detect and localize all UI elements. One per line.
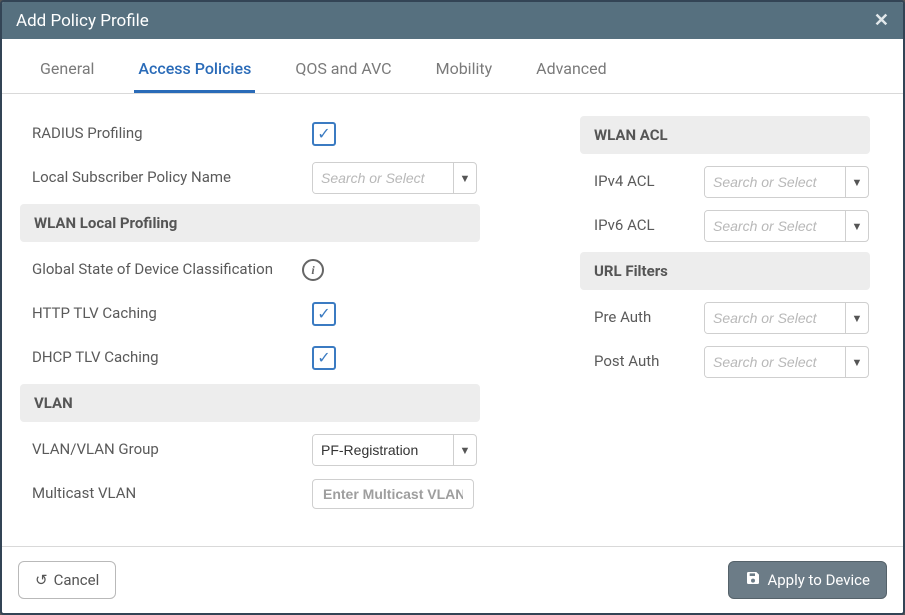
row-global-state: Global State of Device Classification i [20, 248, 480, 292]
dhcp-tlv-checkbox[interactable] [312, 346, 336, 370]
row-post-auth: Post Auth ▼ [580, 340, 870, 384]
footer: ↻ Cancel Apply to Device [2, 546, 903, 613]
titlebar: Add Policy Profile ✕ [2, 2, 903, 39]
row-multicast-vlan: Multicast VLAN [20, 472, 480, 516]
vlan-group-combo[interactable]: ▼ [312, 434, 477, 466]
http-tlv-label: HTTP TLV Caching [20, 304, 302, 324]
body: RADIUS Profiling Local Subscriber Policy… [2, 94, 903, 546]
row-radius-profiling: RADIUS Profiling [20, 112, 480, 156]
post-auth-combo[interactable]: ▼ [704, 346, 869, 378]
cancel-button[interactable]: ↻ Cancel [18, 561, 116, 599]
row-http-tlv: HTTP TLV Caching [20, 292, 480, 336]
row-ipv6-acl: IPv6 ACL ▼ [580, 204, 870, 248]
row-dhcp-tlv: DHCP TLV Caching [20, 336, 480, 380]
ipv6-acl-label: IPv6 ACL [580, 216, 694, 236]
info-icon[interactable]: i [302, 259, 324, 281]
radius-profiling-label: RADIUS Profiling [20, 124, 302, 144]
http-tlv-checkbox[interactable] [312, 302, 336, 326]
row-ipv4-acl: IPv4 ACL ▼ [580, 160, 870, 204]
multicast-vlan-label: Multicast VLAN [20, 484, 302, 504]
ipv4-acl-label: IPv4 ACL [580, 172, 694, 192]
section-vlan: VLAN [20, 384, 480, 422]
multicast-vlan-input[interactable] [312, 479, 474, 509]
pre-auth-label: Pre Auth [580, 308, 694, 328]
local-subscriber-label: Local Subscriber Policy Name [20, 168, 302, 188]
save-icon [745, 570, 761, 590]
close-icon[interactable]: ✕ [874, 10, 889, 31]
section-wlan-local-profiling: WLAN Local Profiling [20, 204, 480, 242]
radius-profiling-checkbox[interactable] [312, 122, 336, 146]
tab-advanced[interactable]: Advanced [532, 45, 611, 93]
post-auth-input[interactable] [705, 347, 845, 377]
row-vlan-group: VLAN/VLAN Group ▼ [20, 428, 480, 472]
chevron-down-icon[interactable]: ▼ [845, 167, 868, 197]
apply-button[interactable]: Apply to Device [728, 561, 887, 599]
vlan-group-label: VLAN/VLAN Group [20, 440, 302, 460]
chevron-down-icon[interactable]: ▼ [845, 211, 868, 241]
local-subscriber-combo[interactable]: ▼ [312, 162, 477, 194]
cancel-label: Cancel [54, 571, 100, 589]
pre-auth-combo[interactable]: ▼ [704, 302, 869, 334]
left-column: RADIUS Profiling Local Subscriber Policy… [20, 112, 480, 546]
modal-title: Add Policy Profile [16, 11, 149, 31]
ipv6-acl-input[interactable] [705, 211, 845, 241]
ipv4-acl-combo[interactable]: ▼ [704, 166, 869, 198]
row-pre-auth: Pre Auth ▼ [580, 296, 870, 340]
ipv6-acl-combo[interactable]: ▼ [704, 210, 869, 242]
chevron-down-icon[interactable]: ▼ [845, 303, 868, 333]
vlan-group-input[interactable] [313, 435, 453, 465]
section-wlan-acl: WLAN ACL [580, 116, 870, 154]
tab-access-policies[interactable]: Access Policies [134, 45, 255, 93]
ipv4-acl-input[interactable] [705, 167, 845, 197]
chevron-down-icon[interactable]: ▼ [845, 347, 868, 377]
right-column: WLAN ACL IPv4 ACL ▼ IPv6 ACL ▼ URL Filte… [580, 112, 870, 546]
post-auth-label: Post Auth [580, 352, 694, 372]
row-local-subscriber: Local Subscriber Policy Name ▼ [20, 156, 480, 200]
tab-qos-avc[interactable]: QOS and AVC [291, 45, 395, 93]
chevron-down-icon[interactable]: ▼ [453, 163, 476, 193]
tab-mobility[interactable]: Mobility [432, 45, 497, 93]
dhcp-tlv-label: DHCP TLV Caching [20, 348, 302, 368]
undo-icon: ↻ [35, 571, 48, 589]
modal-add-policy-profile: Add Policy Profile ✕ General Access Poli… [0, 0, 905, 615]
section-url-filters: URL Filters [580, 252, 870, 290]
tabsbar: General Access Policies QOS and AVC Mobi… [2, 45, 903, 94]
chevron-down-icon[interactable]: ▼ [453, 435, 476, 465]
global-state-label: Global State of Device Classification [20, 260, 302, 280]
local-subscriber-input[interactable] [313, 163, 453, 193]
pre-auth-input[interactable] [705, 303, 845, 333]
tab-general[interactable]: General [36, 45, 98, 93]
apply-label: Apply to Device [767, 571, 870, 589]
